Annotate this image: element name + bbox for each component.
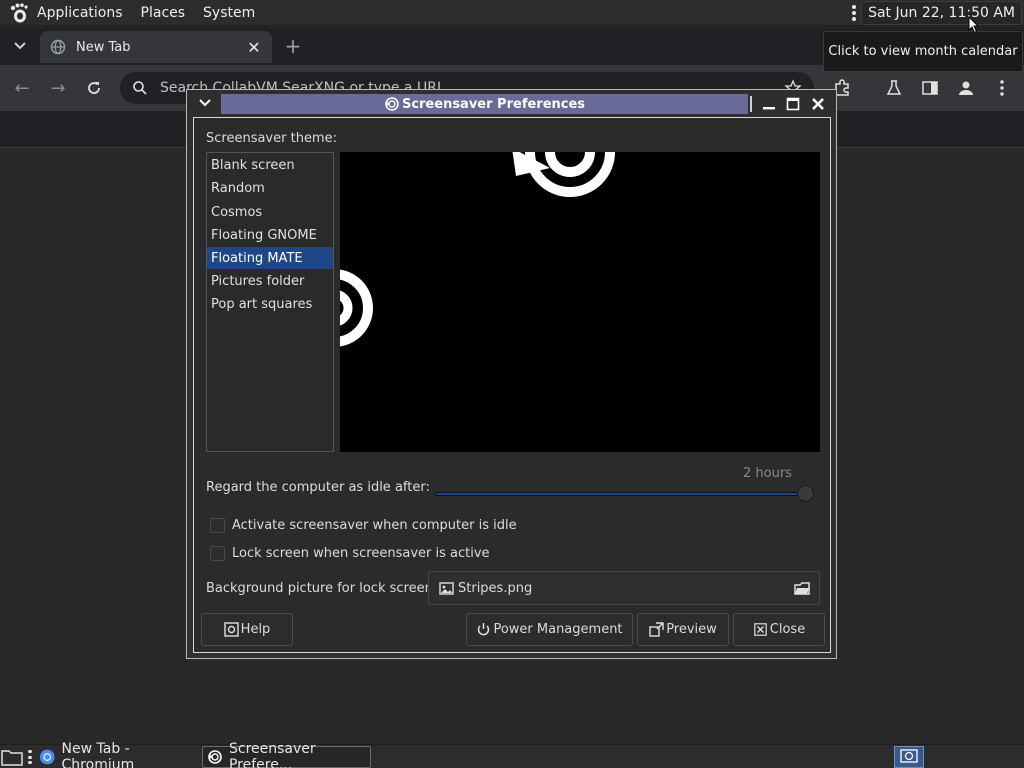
close-icon (753, 622, 768, 637)
bg-picture-label: Background picture for lock screen: (206, 581, 438, 596)
image-file-icon (439, 581, 454, 595)
fullscreen-preview-icon (649, 622, 664, 637)
help-icon (223, 622, 239, 637)
theme-item-cosmos[interactable]: Cosmos (207, 201, 333, 223)
close-button-label: Close (769, 622, 806, 637)
activate-screensaver-checkbox[interactable] (210, 518, 225, 533)
idle-label: Regard the computer as idle after: (206, 480, 430, 495)
open-file-icon[interactable] (793, 579, 811, 597)
idle-slider-handle[interactable] (797, 485, 814, 502)
minimize-icon[interactable] (759, 94, 779, 114)
power-icon (476, 622, 491, 637)
title-separator (750, 96, 752, 112)
dialog-content: Screensaver theme: Blank screen Random C… (193, 117, 831, 653)
bg-picture-file-chooser[interactable]: Stripes.png (428, 571, 820, 605)
globe-icon (50, 39, 66, 55)
activate-screensaver-row[interactable]: Activate screensaver when computer is id… (210, 518, 517, 533)
bottom-taskbar: New Tab - Chromium Screensaver Prefere..… (0, 741, 1024, 768)
help-button[interactable]: Help (201, 613, 293, 646)
taskbar-item-screensaver[interactable]: Screensaver Prefere... (202, 741, 371, 768)
idle-slider-trough[interactable] (435, 492, 810, 496)
maximize-icon[interactable] (783, 94, 803, 114)
clock-tooltip: Click to view month calendar (823, 31, 1023, 72)
show-desktop-icon[interactable] (0, 747, 24, 767)
close-button[interactable]: Close (733, 613, 825, 646)
chromium-icon (39, 749, 55, 765)
profile-icon[interactable] (954, 76, 978, 100)
side-panel-icon[interactable] (918, 76, 942, 100)
search-icon (133, 81, 147, 95)
dialog-title-area[interactable]: Screensaver Preferences (221, 94, 748, 114)
dialog-titlebar[interactable]: Screensaver Preferences (187, 90, 836, 116)
lock-screen-label: Lock screen when screensaver is active (232, 546, 490, 561)
system-menu[interactable]: System (196, 0, 262, 26)
dialog-title: Screensaver Preferences (401, 96, 586, 112)
taskbar-screensaver-label: Screensaver Prefere... (228, 741, 316, 768)
screensaver-preferences-dialog: Screensaver Preferences Screensaver them… (186, 89, 837, 659)
theme-label: Screensaver theme: (206, 131, 337, 146)
power-management-button[interactable]: Power Management (466, 613, 633, 646)
theme-item-pictures-folder[interactable]: Pictures folder (207, 270, 333, 292)
theme-item-random[interactable]: Random (207, 177, 333, 199)
kebab-menu-icon[interactable] (990, 76, 1014, 100)
places-menu[interactable]: Places (134, 0, 193, 26)
floating-mate-logo-top (512, 152, 615, 197)
preview-button[interactable]: Preview (637, 613, 729, 646)
theme-list[interactable]: Blank screen Random Cosmos Floating GNOM… (206, 152, 334, 452)
theme-item-blank-screen[interactable]: Blank screen (207, 154, 333, 176)
screensaver-taskbar-icon (208, 750, 222, 764)
tab-new-tab[interactable]: New Tab ✕ (40, 31, 272, 63)
floating-mate-logo-left (340, 269, 373, 347)
close-window-icon[interactable] (808, 94, 828, 114)
panel-handle-icon[interactable] (851, 4, 857, 22)
tray-screensaver-icon[interactable] (894, 746, 924, 768)
taskbar-chromium-label: New Tab - Chromium (61, 741, 135, 768)
tab-title: New Tab (76, 39, 131, 55)
activate-screensaver-label: Activate screensaver when computer is id… (232, 518, 517, 533)
screensaver-app-icon (385, 97, 399, 111)
reload-icon[interactable] (82, 76, 106, 100)
applications-menu[interactable]: Applications (30, 0, 130, 26)
taskbar-item-chromium[interactable]: New Tab - Chromium (35, 741, 199, 768)
bg-picture-filename: Stripes.png (458, 580, 533, 596)
theme-item-pop-art-squares[interactable]: Pop art squares (207, 293, 333, 315)
gnome-foot-icon[interactable] (8, 2, 30, 24)
mouse-pointer-icon (968, 16, 980, 34)
window-menu-chevron-icon[interactable] (197, 95, 213, 111)
top-panel: Applications Places System Sat Jun 22, 1… (0, 0, 1024, 26)
close-tab-icon[interactable]: ✕ (246, 38, 262, 57)
labs-flask-icon[interactable] (882, 76, 906, 100)
help-button-label: Help (240, 622, 271, 637)
tab-search-chevron-icon[interactable] (10, 36, 30, 56)
lock-screen-row[interactable]: Lock screen when screensaver is active (210, 546, 490, 561)
lock-screen-checkbox[interactable] (210, 546, 225, 561)
new-tab-plus-icon[interactable]: + (282, 34, 304, 58)
idle-value-label: 2 hours (743, 466, 792, 481)
power-management-label: Power Management (493, 622, 623, 637)
screensaver-preview (340, 152, 820, 452)
taskbar-handle-icon (28, 750, 32, 764)
theme-item-floating-gnome[interactable]: Floating GNOME (207, 224, 333, 246)
panel-right: Sat Jun 22, 11:50 AM (851, 0, 1024, 26)
back-arrow-icon[interactable]: ← (10, 76, 34, 100)
preview-button-label: Preview (666, 622, 717, 637)
theme-item-floating-mate[interactable]: Floating MATE (207, 247, 333, 269)
clock-applet[interactable]: Sat Jun 22, 11:50 AM (861, 1, 1022, 25)
forward-arrow-icon[interactable]: → (46, 76, 70, 100)
